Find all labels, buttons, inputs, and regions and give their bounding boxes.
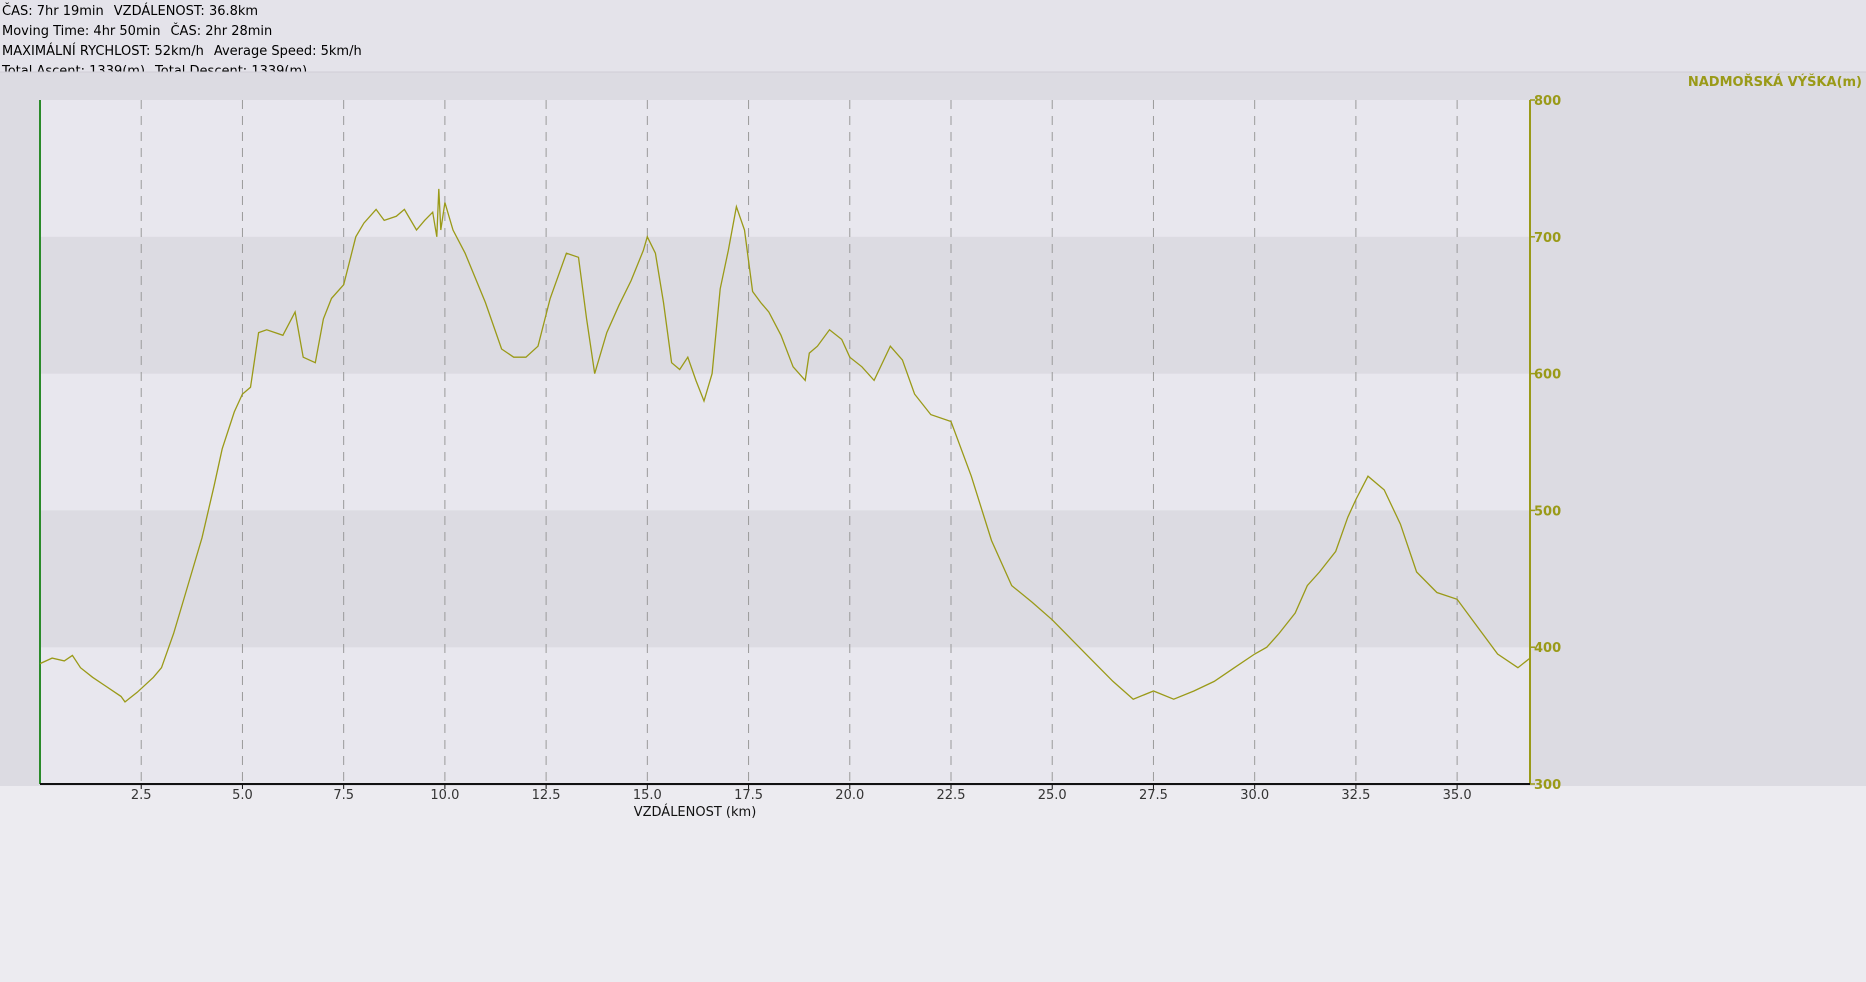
horizontal-bands [0,71,1866,982]
x-tick-label: 7.5 [333,788,354,803]
x-tick-label: 25.0 [1038,788,1067,803]
x-tick-label: 15.0 [633,788,662,803]
y-tick-label: 600 [1534,368,1561,383]
x-tick-label: 5.0 [232,788,253,803]
band-500-600 [40,373,1530,511]
y-tick-label: 700 [1534,231,1561,246]
y-tick-label: 300 [1534,778,1561,793]
x-axis-title: VZDÁLENOST (km) [634,804,757,820]
band-600-700 [40,236,1530,374]
y-tick-label: 800 [1534,94,1561,109]
footer-background [0,786,1866,982]
x-tick-label: 22.5 [937,788,966,803]
x-tick-label: 10.0 [430,788,459,803]
x-tick-label: 27.5 [1139,788,1168,803]
y-axis-title: NADMOŘSKÁ VÝŠKA(m) [1688,74,1862,90]
y-tick-label: 500 [1534,504,1561,519]
band-700-800 [40,100,1530,237]
elevation-profile-chart: 300 400 500 600 700 800 2.5 5.0 7.5 10.0 12.5 15.0… [0,71,1866,982]
x-tick-label: 2.5 [131,788,152,803]
y-tick-label: 400 [1534,641,1561,656]
x-tick-label: 20.0 [835,788,864,803]
x-tick-label: 12.5 [532,788,561,803]
x-tick-label: 30.0 [1240,788,1269,803]
band-300-400 [40,647,1530,784]
x-tick-label: 32.5 [1341,788,1370,803]
x-tick-label: 17.5 [734,788,763,803]
band-400-500 [40,510,1530,648]
x-tick-label: 35.0 [1443,788,1472,803]
